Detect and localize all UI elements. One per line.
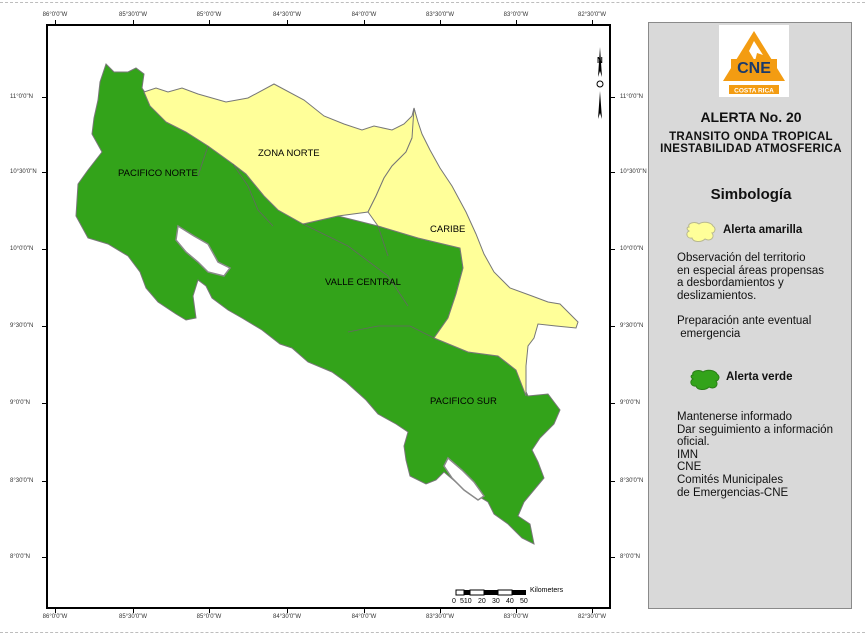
lat-tick-mark <box>611 172 615 173</box>
scale-label-20: 20 <box>478 598 486 605</box>
green-line: Comités Municipales <box>677 473 784 486</box>
map-frame: ZONA NORTE PACIFICO NORTE CARIBE VALLE C… <box>46 24 611 609</box>
lat-tick-label-left: 10°30'0"N <box>10 169 37 175</box>
lat-tick-mark <box>611 249 615 250</box>
lat-tick-mark <box>611 557 615 558</box>
scale-label-40: 40 <box>506 598 514 605</box>
yellow-line: emergencia <box>677 327 741 340</box>
lat-tick-mark <box>611 403 615 404</box>
lon-tick-label-top: 84°30'0"W <box>272 12 302 18</box>
lat-tick-mark <box>611 326 615 327</box>
yellow-line: Preparación ante eventual <box>677 314 812 327</box>
scale-label-30: 30 <box>492 598 500 605</box>
lon-tick-label-top: 85°30'0"W <box>118 12 148 18</box>
costa-rica-map: ZONA NORTE PACIFICO NORTE CARIBE VALLE C… <box>75 45 604 596</box>
green-alert-label: Alerta verde <box>726 371 793 383</box>
lat-tick-label-right: 9°30'0"N <box>620 323 644 329</box>
bottom-dashed-border <box>0 632 865 633</box>
scale-bar <box>455 589 526 596</box>
lon-tick-label-bot: 85°0'0"W <box>196 614 222 620</box>
green-line: IMN <box>677 448 699 461</box>
label-valle-central: VALLE CENTRAL <box>325 277 401 288</box>
lat-tick-label-right: 8°30'0"N <box>620 478 644 484</box>
lat-tick-mark <box>611 481 615 482</box>
lat-tick-label-right: 10°0'0"N <box>620 246 644 252</box>
green-alert-description: Mantenerse informado Dar seguimiento a i… <box>677 411 849 499</box>
lon-tick-label-bot: 83°0'0"W <box>503 614 529 620</box>
lat-tick-label-right: 9°0'0"N <box>620 400 641 406</box>
lon-tick-label-bot: 84°30'0"W <box>272 614 302 620</box>
yellow-line: a desbordamientos y <box>677 277 784 290</box>
lon-tick-label-bot: 82°30'0"W <box>577 614 607 620</box>
lon-tick-label-bot: 85°30'0"W <box>118 614 148 620</box>
lat-tick-label-right: 8°0'0"N <box>620 554 641 560</box>
green-line: CNE <box>677 461 702 474</box>
yellow-alert-description: Observación del territorio en especial á… <box>677 252 849 340</box>
logo-text: CNE <box>737 60 771 77</box>
lat-tick-label-left: 8°30'0"N <box>10 478 34 484</box>
lat-tick-label-left: 9°0'0"N <box>10 400 31 406</box>
scale-label-50: 50 <box>520 598 528 605</box>
lat-tick-label-left: 11°0'0"N <box>10 94 33 100</box>
lat-tick-label-left: 10°0'0"N <box>10 246 34 252</box>
scale-label-0: 0 <box>452 598 456 605</box>
green-line: oficial. <box>677 436 710 449</box>
label-pacifico-norte: PACIFICO NORTE <box>118 168 198 179</box>
cne-logo: CNE COSTA RICA <box>719 25 789 97</box>
label-zona-norte: ZONA NORTE <box>258 148 320 159</box>
lat-tick-mark <box>611 97 615 98</box>
north-arrow: N <box>596 45 604 119</box>
event-line-2: INESTABILIDAD ATMOSFERICA <box>660 143 842 155</box>
lat-tick-label-left: 9°30'0"N <box>10 323 34 329</box>
legend-panel: CNE COSTA RICA ALERTA No. 20 TRANSITO ON… <box>648 22 852 609</box>
yellow-alert-swatch <box>686 221 716 242</box>
green-line: de Emergencias-CNE <box>677 486 789 499</box>
lat-tick-label-right: 11°0'0"N <box>620 94 643 100</box>
lon-tick-label-bot: 86°0'0"W <box>42 614 68 620</box>
lon-tick-label-top: 83°30'0"W <box>425 12 455 18</box>
yellow-line: en especial áreas propensas <box>677 264 825 277</box>
north-arrow-letter: N <box>597 56 603 65</box>
label-caribe: CARIBE <box>430 224 465 235</box>
lat-tick-label-left: 8°0'0"N <box>10 554 31 560</box>
label-pacifico-sur: PACIFICO SUR <box>430 396 497 407</box>
yellow-line: Observación del territorio <box>677 252 806 264</box>
green-line: Mantenerse informado <box>677 411 793 423</box>
yellow-line <box>677 302 849 315</box>
yellow-line: deslizamientos. <box>677 289 757 302</box>
lon-tick-label-top: 82°30'0"W <box>577 12 607 18</box>
green-line: Dar seguimiento a información <box>677 423 833 436</box>
scale-label-510: 510 <box>460 598 472 605</box>
symbology-title: Simbología <box>710 186 792 203</box>
green-alert-swatch <box>690 369 720 390</box>
logo-subtext: COSTA RICA <box>734 88 774 95</box>
lon-tick-label-top: 84°0'0"W <box>351 12 377 18</box>
lon-tick-label-top: 85°0'0"W <box>196 12 222 18</box>
event-line-1: TRANSITO ONDA TROPICAL <box>669 131 833 143</box>
top-dashed-border <box>0 2 865 3</box>
lat-tick-label-right: 10°30'0"N <box>620 169 647 175</box>
lon-tick-label-bot: 83°30'0"W <box>425 614 455 620</box>
lon-tick-label-top: 86°0'0"W <box>42 12 68 18</box>
lon-tick-label-top: 83°0'0"W <box>503 12 529 18</box>
lon-tick-label-bot: 84°0'0"W <box>351 614 377 620</box>
yellow-alert-label: Alerta amarilla <box>723 224 803 236</box>
scale-unit: Kilometers <box>530 587 564 594</box>
alert-title: ALERTA No. 20 <box>700 109 802 125</box>
